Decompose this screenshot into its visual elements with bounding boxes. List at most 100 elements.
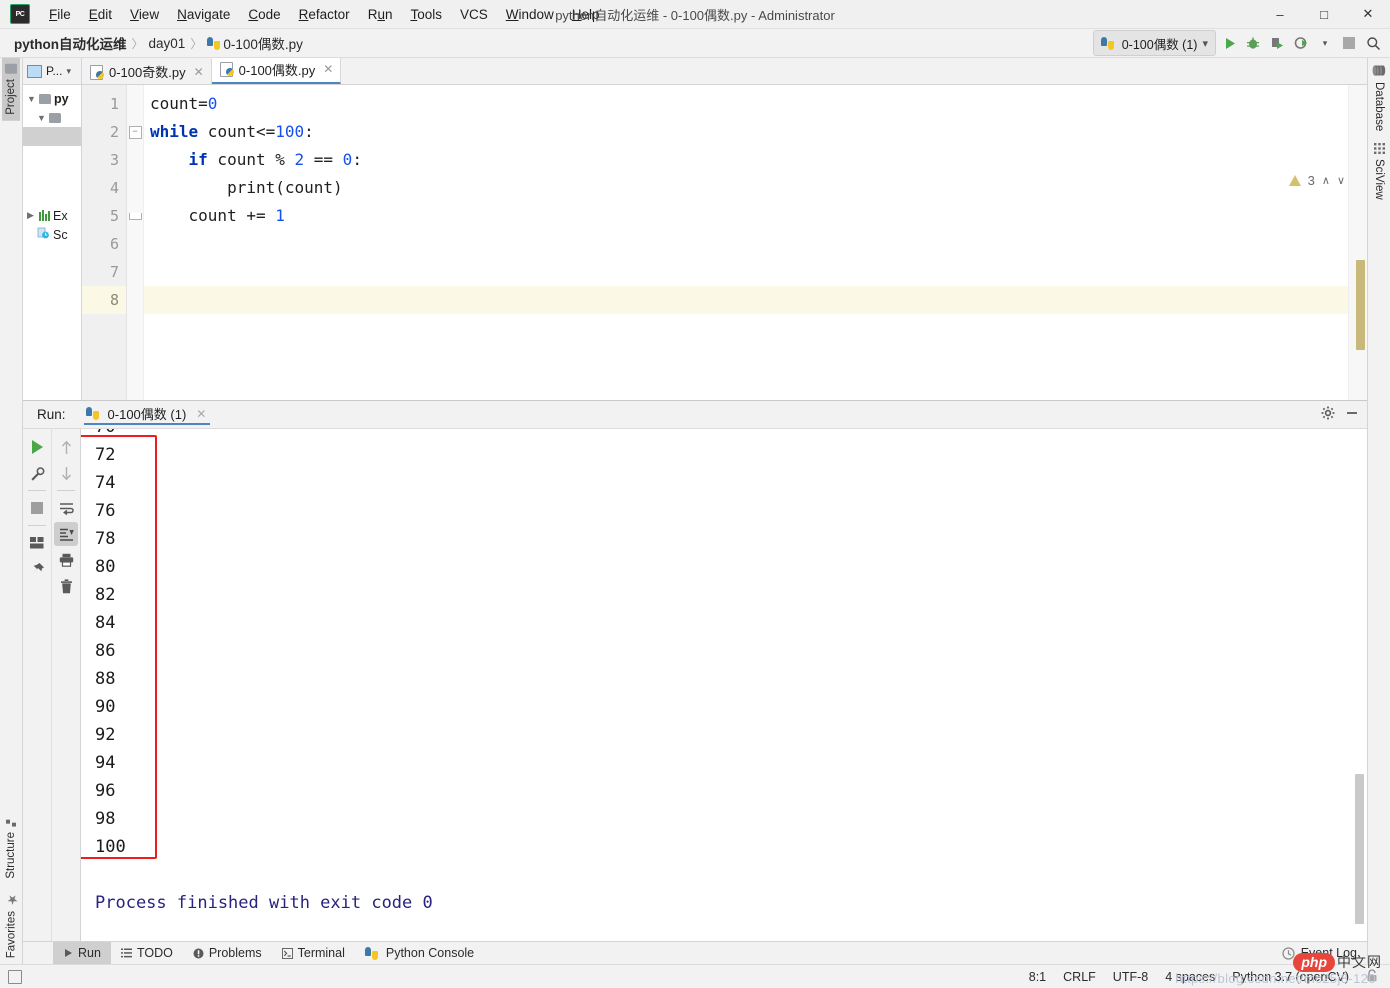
tree-node-external-libraries[interactable]: ▶ Ex [23, 206, 81, 225]
chevron-down-icon[interactable]: ▼ [37, 113, 46, 123]
menu-edit[interactable]: Edit [80, 3, 121, 26]
clear-all-button[interactable] [54, 574, 78, 598]
close-icon[interactable]: ✕ [323, 62, 333, 76]
next-problem-icon[interactable]: ∨ [1337, 174, 1345, 187]
console-output-line: 88 [95, 665, 433, 693]
editor-tab-even[interactable]: 0-100偶数.py ✕ [212, 56, 342, 84]
code-text[interactable]: count=0 while count<=100: if count % 2 =… [144, 85, 1348, 400]
down-the-stack-button[interactable] [54, 461, 78, 485]
sidebar-item-database[interactable]: Database [1370, 58, 1388, 137]
rerun-button[interactable] [25, 435, 49, 459]
bottom-tab-terminal[interactable]: Terminal [272, 942, 355, 964]
lock-icon[interactable] [1366, 969, 1378, 985]
tree-node-selected-file[interactable] [23, 127, 81, 146]
breadcrumb-project[interactable]: python自动化运维 [14, 33, 127, 53]
code-line-4[interactable]: print(count) [144, 174, 1348, 202]
indent-setting[interactable]: 4 spaces [1165, 970, 1215, 984]
bottom-tab-run[interactable]: Run [53, 942, 111, 964]
run-session-tab[interactable]: 0-100偶数 (1) ✕ [84, 404, 211, 425]
menu-run[interactable]: Run [359, 3, 402, 26]
tree-node-project-root[interactable]: ▼ py [23, 89, 81, 108]
menu-navigate[interactable]: Navigate [168, 3, 239, 26]
fold-while-block[interactable]: − [127, 118, 143, 146]
scroll-to-end-button[interactable] [54, 522, 78, 546]
line-number: 5 [82, 202, 126, 230]
run-tool-window-header: Run: 0-100偶数 (1) ✕ [23, 401, 1367, 429]
fold-end-marker[interactable] [127, 202, 143, 230]
menu-help[interactable]: Help [563, 3, 609, 26]
run-console[interactable]: 707274767880828486889092949698100Process… [81, 429, 1367, 941]
line-number: 3 [82, 146, 126, 174]
bottom-tab-python-console[interactable]: Python Console [355, 942, 484, 964]
code-line-3[interactable]: if count % 2 == 0: [144, 146, 1348, 174]
menu-refactor[interactable]: Refactor [290, 3, 359, 26]
code-line-7[interactable] [144, 258, 1348, 286]
close-icon[interactable]: ✕ [194, 65, 204, 79]
chevron-right-icon[interactable]: ▶ [27, 210, 36, 221]
code-line-1[interactable]: count=0 [144, 90, 1348, 118]
menu-tools[interactable]: Tools [401, 3, 451, 26]
up-the-stack-button[interactable] [54, 435, 78, 459]
layout-button[interactable] [25, 531, 49, 555]
soft-wrap-button[interactable] [54, 496, 78, 520]
show-tool-windows-icon[interactable] [8, 970, 22, 984]
line-number: 4 [82, 174, 126, 202]
code-line-6[interactable] [144, 230, 1348, 258]
tree-node-day01[interactable]: ▼ [23, 108, 81, 127]
menu-window[interactable]: Window [497, 3, 563, 26]
minimize-icon[interactable] [1345, 406, 1359, 423]
code-folding-gutter[interactable]: − [127, 85, 144, 400]
file-encoding[interactable]: UTF-8 [1113, 970, 1148, 984]
bottom-tab-todo[interactable]: TODO [111, 942, 183, 964]
run-coverage-icon[interactable] [1266, 32, 1288, 54]
close-icon[interactable]: ✕ [1346, 0, 1390, 28]
run-configuration-selector[interactable]: 0-100偶数 (1) ▾ [1093, 30, 1216, 56]
tree-node-scratches[interactable]: Sc [23, 225, 81, 244]
code-line-8[interactable] [144, 286, 1348, 314]
maximize-icon[interactable]: □ [1302, 0, 1346, 28]
python-interpreter[interactable]: Python 3.7 (openCV) [1232, 970, 1349, 984]
bottom-tab-problems[interactable]: Problems [183, 942, 272, 964]
sidebar-item-structure[interactable]: Structure [2, 810, 20, 885]
menu-view[interactable]: View [121, 3, 168, 26]
status-bar-left [0, 970, 22, 984]
chevron-down-icon[interactable]: ▾ [66, 66, 71, 77]
line-separator[interactable]: CRLF [1063, 970, 1096, 984]
console-output-line: 82 [95, 581, 433, 609]
sidebar-item-project[interactable]: Project [2, 58, 20, 121]
previous-problem-icon[interactable]: ∧ [1322, 174, 1330, 187]
debug-icon[interactable] [1242, 32, 1264, 54]
breadcrumb-file[interactable]: 0-100偶数.py [223, 33, 303, 53]
event-log-area[interactable]: Event Log [1282, 946, 1367, 960]
scrollbar-thumb[interactable] [1356, 260, 1365, 350]
edit-configurations-button[interactable] [25, 461, 49, 485]
profile-icon[interactable] [1290, 32, 1312, 54]
menu-file[interactable]: File [40, 3, 80, 26]
pin-button[interactable] [25, 557, 49, 581]
stop-button[interactable] [25, 496, 49, 520]
print-button[interactable] [54, 548, 78, 572]
sidebar-item-sciview[interactable]: SciView [1370, 137, 1388, 206]
profile-dropdown-icon[interactable]: ▾ [1314, 32, 1336, 54]
search-icon[interactable] [1362, 32, 1384, 54]
minimize-icon[interactable]: – [1258, 0, 1302, 28]
close-icon[interactable]: ✕ [196, 407, 206, 421]
inspection-widget[interactable]: 3 ∧ ∨ [1289, 173, 1345, 188]
run-button[interactable] [1218, 32, 1240, 54]
chevron-down-icon[interactable]: ▼ [27, 94, 36, 104]
sidebar-item-favorites[interactable]: Favorites ★ [1, 885, 22, 964]
stop-icon[interactable] [1338, 32, 1360, 54]
breadcrumb-folder[interactable]: day01 [149, 36, 186, 51]
editor-tab-odd[interactable]: 0-100奇数.py ✕ [82, 59, 212, 84]
caret-position[interactable]: 8:1 [1029, 970, 1046, 984]
code-line-5[interactable]: count += 1 [144, 202, 1348, 230]
console-scrollbar-thumb[interactable] [1355, 774, 1364, 924]
project-tree[interactable]: ▼ py ▼ ▶ Ex [23, 85, 81, 400]
console-blank-line [95, 861, 433, 889]
menu-vcs[interactable]: VCS [451, 3, 497, 26]
gear-icon[interactable] [1321, 406, 1335, 423]
editor-scrollbar[interactable] [1348, 85, 1367, 400]
menu-code[interactable]: Code [239, 3, 289, 26]
code-line-2[interactable]: while count<=100: [144, 118, 1348, 146]
tree-node-label: Ex [53, 209, 68, 223]
